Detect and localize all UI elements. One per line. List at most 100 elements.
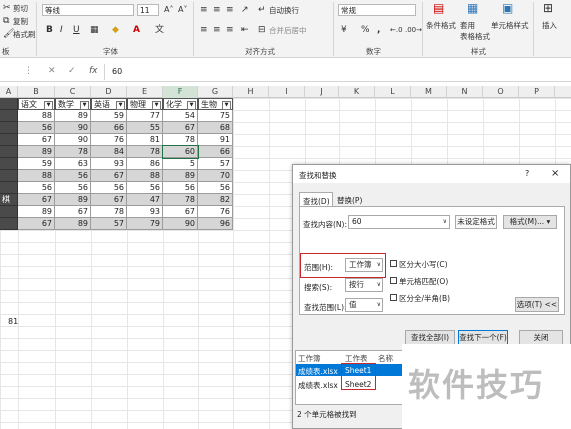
table-cell[interactable]: 89 [18, 206, 55, 218]
italic-button[interactable]: I [60, 25, 63, 35]
table-cell[interactable]: 75 [198, 110, 233, 122]
table-cell[interactable]: 81 [127, 134, 163, 146]
table-header-cell[interactable]: 语文 ▼ [18, 98, 55, 110]
table-header-cell[interactable]: 英语 ▼ [91, 98, 127, 110]
results-col-book[interactable]: 工作簿 [298, 353, 321, 364]
match-case-checkbox[interactable] [390, 260, 397, 267]
close-icon[interactable]: × [551, 168, 559, 179]
merge-icon[interactable]: ⊟ [258, 25, 266, 35]
font-color-icon[interactable]: A [133, 25, 140, 35]
table-cell[interactable]: 82 [198, 194, 233, 206]
table-cell[interactable]: 77 [127, 110, 163, 122]
table-cell[interactable]: 56 [18, 122, 55, 134]
table-cell[interactable]: 56 [91, 182, 127, 194]
table-header-cell[interactable]: 物理 ▼ [127, 98, 163, 110]
table-row-label[interactable] [0, 158, 18, 170]
match-entire-checkbox[interactable] [390, 277, 397, 284]
decrease-decimal-icon[interactable]: .00→ [405, 25, 422, 35]
table-cell[interactable]: 96 [198, 218, 233, 230]
column-header[interactable]: P [519, 86, 555, 98]
filter-dropdown-icon[interactable]: ▼ [80, 101, 89, 110]
format-button[interactable]: 格式(M)... ▾ [503, 215, 557, 229]
shrink-font-icon[interactable]: A˅ [178, 5, 187, 15]
table-cell[interactable]: 93 [91, 158, 127, 170]
orientation-icon[interactable]: ↗ [241, 5, 249, 15]
filter-dropdown-icon[interactable]: ▼ [152, 101, 161, 110]
align-center-icon[interactable]: ≡ [213, 25, 221, 35]
table-row-label[interactable] [0, 146, 18, 158]
table-cell[interactable]: 66 [198, 146, 233, 158]
tab-replace[interactable]: 替换(P) [337, 195, 362, 206]
currency-icon[interactable]: ¥ [341, 25, 347, 35]
table-cell[interactable]: 68 [198, 122, 233, 134]
table-cell[interactable]: 86 [127, 158, 163, 170]
table-cell[interactable]: 89 [163, 170, 198, 182]
table-cell[interactable]: 88 [18, 170, 55, 182]
table-header-cell[interactable]: 数学 ▼ [55, 98, 91, 110]
format-as-table-button[interactable]: 套用 表格格式 [460, 20, 490, 42]
table-cell[interactable]: 90 [55, 122, 91, 134]
column-header[interactable]: J [305, 86, 339, 98]
formula-input[interactable]: 60 [112, 67, 122, 76]
look-in-select[interactable]: 值 ∨ [345, 298, 383, 312]
table-cell[interactable]: 67 [91, 194, 127, 206]
table-cell[interactable]: 93 [127, 206, 163, 218]
column-header[interactable]: M [411, 86, 447, 98]
filter-dropdown-icon[interactable]: ▼ [222, 101, 231, 110]
align-left-icon[interactable]: ≡ [200, 25, 208, 35]
format-painter-button[interactable]: 格式刷 [13, 29, 36, 40]
table-cell[interactable]: 89 [55, 194, 91, 206]
column-header[interactable]: E [127, 86, 163, 98]
table-cell[interactable]: 67 [18, 194, 55, 206]
font-name-select[interactable]: 等线 [42, 4, 134, 16]
table-row-label[interactable] [0, 110, 18, 122]
table-row-label[interactable] [0, 98, 18, 110]
table-cell[interactable]: 67 [18, 134, 55, 146]
table-row-label[interactable] [0, 206, 18, 218]
table-cell[interactable]: 56 [55, 182, 91, 194]
table-cell[interactable]: 60 [162, 145, 199, 159]
cell-styles-icon[interactable]: ▣ [502, 2, 513, 14]
font-size-select[interactable]: 11 [137, 4, 159, 16]
table-cell[interactable]: 70 [198, 170, 233, 182]
table-cell[interactable]: 76 [91, 134, 127, 146]
table-cell[interactable]: 78 [163, 194, 198, 206]
table-cell[interactable]: 56 [127, 182, 163, 194]
table-cell[interactable]: 78 [55, 146, 91, 158]
table-cell[interactable]: 63 [55, 158, 91, 170]
column-header[interactable]: G [198, 86, 233, 98]
table-cell[interactable]: 89 [18, 146, 55, 158]
percent-button[interactable]: % [361, 25, 370, 35]
table-cell[interactable]: 78 [163, 134, 198, 146]
find-what-input[interactable]: 60 ∨ [348, 215, 450, 229]
table-row-label[interactable] [0, 134, 18, 146]
align-right-icon[interactable]: ≡ [226, 25, 234, 35]
table-header-cell[interactable]: 化学 ▼ [163, 98, 198, 110]
align-top-icon[interactable]: ≡ [200, 5, 208, 15]
insert-function-button[interactable]: fx [89, 66, 98, 76]
column-header[interactable]: C [55, 86, 91, 98]
copy-button[interactable]: 复制 [13, 16, 28, 27]
result-book[interactable]: 成绩表.xlsx [298, 380, 338, 391]
border-icon[interactable]: ▦ [90, 25, 99, 35]
table-cell[interactable]: 59 [18, 158, 55, 170]
insert-icon[interactable]: ⊞ [543, 2, 553, 14]
grow-font-icon[interactable]: A˄ [164, 5, 173, 15]
table-row-label[interactable] [0, 182, 18, 194]
wrap-text-icon[interactable]: ↵ [258, 5, 266, 15]
table-row-label[interactable] [0, 218, 18, 230]
table-cell[interactable]: 57 [91, 218, 127, 230]
underline-button[interactable]: U [73, 25, 80, 35]
table-cell[interactable]: 57 [198, 158, 233, 170]
conditional-format-button[interactable]: 条件格式 [426, 20, 456, 31]
table-cell[interactable]: 89 [55, 218, 91, 230]
cut-icon[interactable]: ✂ [3, 3, 11, 13]
phonetic-icon[interactable]: 文 [155, 25, 164, 35]
match-byte-checkbox[interactable] [390, 294, 397, 301]
table-cell[interactable]: 78 [127, 146, 163, 158]
table-row-label[interactable]: 棋 [0, 194, 18, 206]
table-cell[interactable]: 79 [127, 218, 163, 230]
column-header[interactable]: K [339, 86, 375, 98]
column-header[interactable]: D [91, 86, 127, 98]
column-header[interactable]: A [0, 86, 18, 98]
